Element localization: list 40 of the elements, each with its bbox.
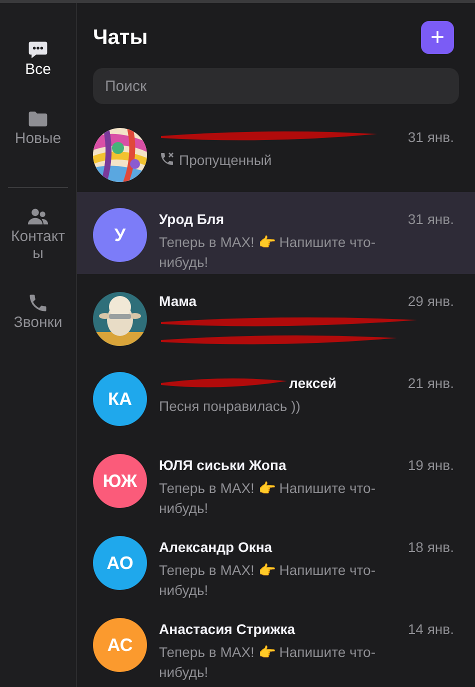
contact-name: лексей bbox=[289, 374, 336, 392]
message-time: 18 янв. bbox=[408, 538, 454, 556]
sidebar-tab[interactable]: Все bbox=[2, 35, 74, 82]
message-preview: Теперь в MAX! 👉 Напишите что-нибудь! bbox=[159, 233, 376, 272]
chat-row[interactable]: У Урод Бля 31 янв. Теперь в MAX! 👉 Напишите что-нибудь! bbox=[77, 192, 475, 274]
contact-name: Мама bbox=[159, 292, 197, 310]
message-preview: Пропущенный bbox=[179, 151, 273, 170]
message-preview: Теперь в MAX! 👉 Напишите что-нибудь! bbox=[159, 479, 376, 518]
avatar: У bbox=[93, 208, 147, 262]
avatar: КА bbox=[93, 372, 147, 426]
contact-name: ЮЛЯ сиськи Жопа bbox=[159, 456, 286, 474]
chat-row[interactable]: Мама 29 янв. bbox=[77, 274, 475, 356]
message-time: 19 янв. bbox=[408, 456, 454, 474]
phone-icon bbox=[27, 292, 49, 314]
message-time: 31 янв. bbox=[408, 128, 454, 146]
chat-row[interactable]: 31 янв. Пропущенный bbox=[77, 110, 475, 192]
sidebar-tab[interactable]: Контакты bbox=[2, 202, 74, 266]
contact-name: Анастасия Стрижка bbox=[159, 620, 296, 638]
message-time: 31 янв. bbox=[408, 210, 454, 228]
message-time: 14 янв. bbox=[408, 620, 454, 638]
message-time: 29 янв. bbox=[408, 292, 454, 310]
chat-row[interactable]: ЮЖ ЮЛЯ сиськи Жопа 19 янв. Теперь в MAX! 👉 Напишите что-нибудь! bbox=[77, 438, 475, 520]
contact-name: Урод Бля bbox=[159, 210, 224, 228]
message-preview: Теперь в MAX! 👉 Напишите что-нибудь! bbox=[159, 561, 376, 600]
avatar: ЮЖ bbox=[93, 454, 147, 508]
message-preview: Теперь в MAX! 👉 Напишите что-нибудь! bbox=[159, 643, 376, 682]
message-time: 21 янв. bbox=[408, 374, 454, 392]
chat-row[interactable]: КА лексей 21 янв. Песня понравилась )) bbox=[77, 356, 475, 438]
avatar: АС bbox=[93, 618, 147, 672]
chat-row[interactable]: АС Анастасия Стрижка 14 янв. Теперь в MAX! 👉 Напишите что-нибудь! bbox=[77, 602, 475, 684]
avatar: АО bbox=[93, 536, 147, 590]
new-chat-button[interactable]: + bbox=[421, 21, 454, 54]
search-field[interactable]: Поиск bbox=[93, 68, 459, 104]
chat-bubble-icon bbox=[27, 39, 49, 61]
sidebar-tab[interactable]: Звонки bbox=[2, 288, 74, 335]
page-title: Чаты bbox=[93, 24, 148, 51]
chat-row[interactable]: АО Александр Окна 18 янв. Теперь в MAX! 👉 Напишите что-нибудь! bbox=[77, 520, 475, 602]
sidebar-tab[interactable]: Новые bbox=[2, 104, 74, 151]
contact-name: Александр Окна bbox=[159, 538, 272, 556]
message-preview: Песня понравилась )) bbox=[159, 397, 302, 416]
